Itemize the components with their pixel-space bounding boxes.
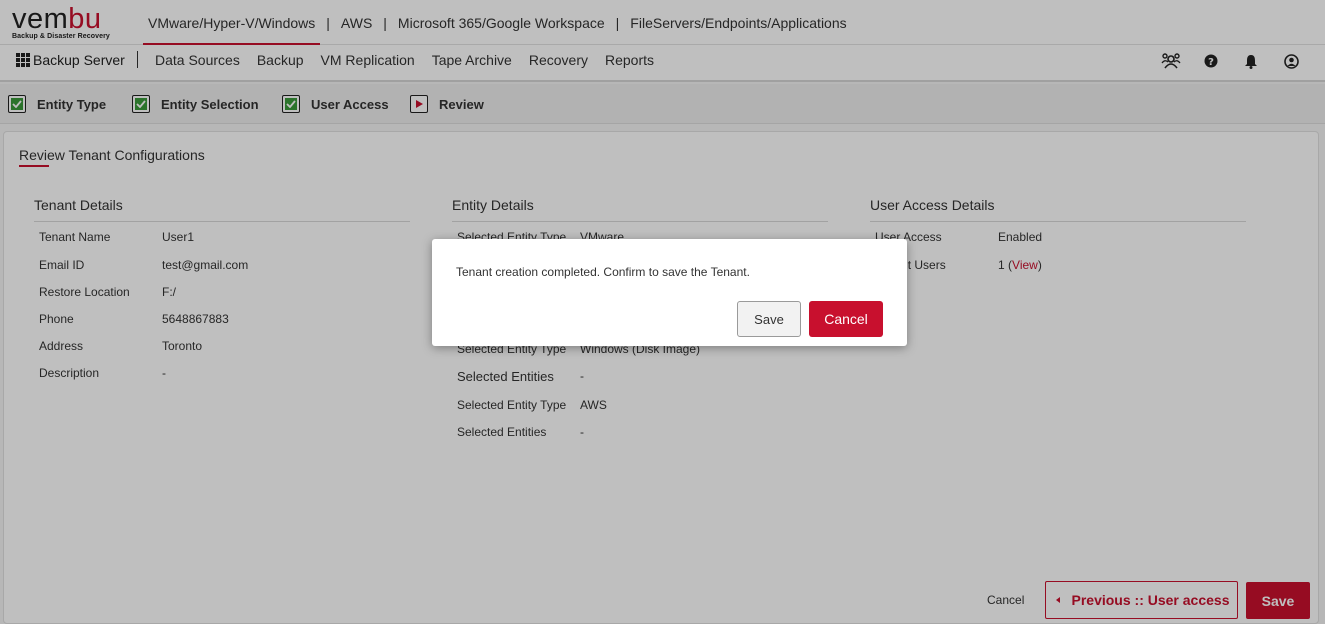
dialog-save-button[interactable]: Save	[737, 301, 801, 337]
dialog-message: Tenant creation completed. Confirm to sa…	[456, 265, 750, 279]
dialog-cancel-button[interactable]: Cancel	[809, 301, 883, 337]
confirm-dialog: Tenant creation completed. Confirm to sa…	[432, 239, 907, 346]
